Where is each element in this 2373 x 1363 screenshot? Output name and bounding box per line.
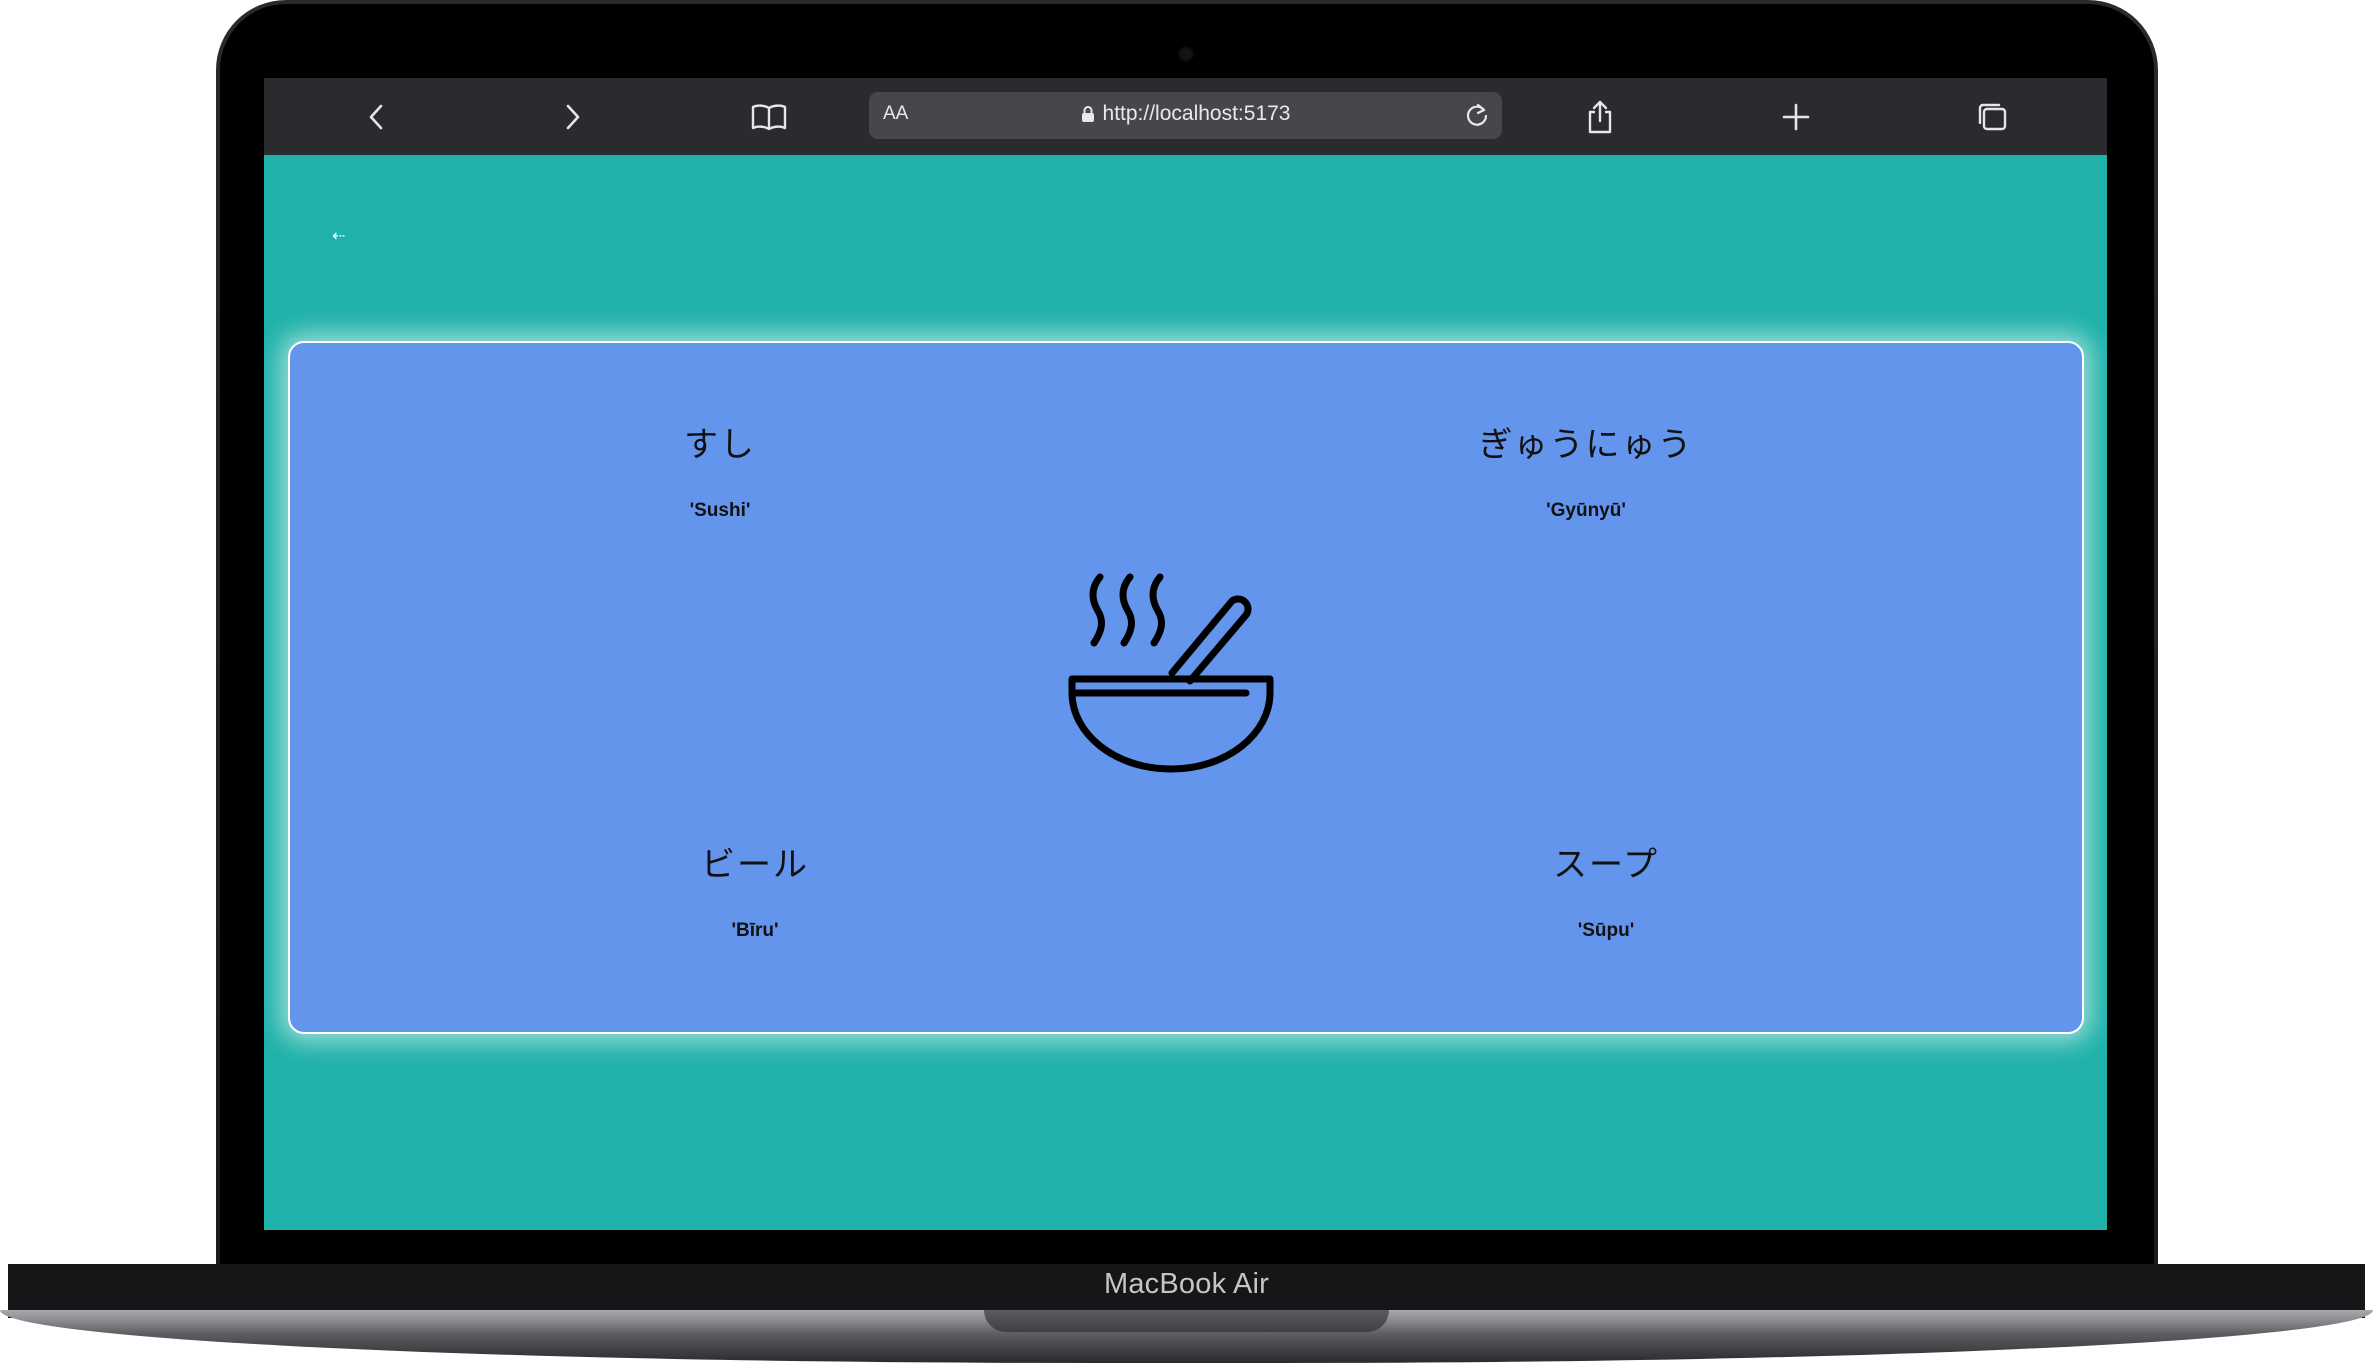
word-romaji: 'Gyūnyū' [1546, 500, 1626, 521]
back-button[interactable] [356, 96, 398, 138]
address-bar[interactable]: AA http://localhost:5173 [869, 92, 1502, 139]
bookmarks-icon [751, 104, 787, 131]
share-icon [1588, 100, 1612, 134]
laptop-hinge-notch [984, 1310, 1389, 1332]
word-japanese: すし [684, 425, 756, 465]
food-bowl-icon [1068, 573, 1274, 773]
new-tab-icon [1782, 103, 1810, 131]
lock-icon [1081, 106, 1094, 122]
word-romaji: 'Bīru' [731, 920, 779, 941]
word-item-gyunyu[interactable]: ぎゅうにゅう 'Gyūnyū' [1406, 417, 1766, 522]
back-link[interactable]: ⇠ [332, 226, 345, 245]
browser-toolbar: AA http://localhost:5173 [264, 78, 2107, 155]
device-brand-label: MacBook Air [1104, 1268, 1269, 1300]
vocabulary-card: すし 'Sushi' ぎゅうにゅう 'Gyūnyū' ビール 'Bīru' スー… [288, 341, 2084, 1034]
browser-screen: AA http://localhost:5173 ⇠ すし 'Sushi' ぎゅ… [264, 78, 2107, 1230]
reload-button[interactable] [1462, 100, 1492, 130]
word-item-supu[interactable]: スープ 'Sūpu' [1476, 837, 1736, 942]
tabs-overview-button[interactable] [1971, 96, 2013, 138]
reload-icon [1466, 103, 1488, 126]
word-japanese: ぎゅうにゅう [1478, 425, 1694, 465]
share-button[interactable] [1579, 96, 1621, 138]
word-japanese: スープ [1553, 845, 1659, 885]
bookmarks-button[interactable] [748, 96, 790, 138]
forward-icon [566, 104, 580, 130]
word-japanese: ビール [701, 845, 809, 885]
camera-icon [1180, 48, 1192, 60]
url-text: http://localhost:5173 [1102, 102, 1291, 125]
word-romaji: 'Sūpu' [1577, 920, 1635, 941]
word-item-sushi[interactable]: すし 'Sushi' [590, 417, 850, 522]
forward-button[interactable] [551, 96, 593, 138]
word-item-biru[interactable]: ビール 'Bīru' [625, 837, 885, 942]
url-display: http://localhost:5173 [869, 102, 1502, 126]
new-tab-button[interactable] [1775, 96, 1817, 138]
tabs-icon [1978, 103, 2007, 131]
back-icon [369, 104, 383, 130]
word-romaji: 'Sushi' [689, 500, 751, 521]
laptop-frame: MacBook Air AA http://localhost:5173 ⇠ す… [0, 0, 2373, 1363]
